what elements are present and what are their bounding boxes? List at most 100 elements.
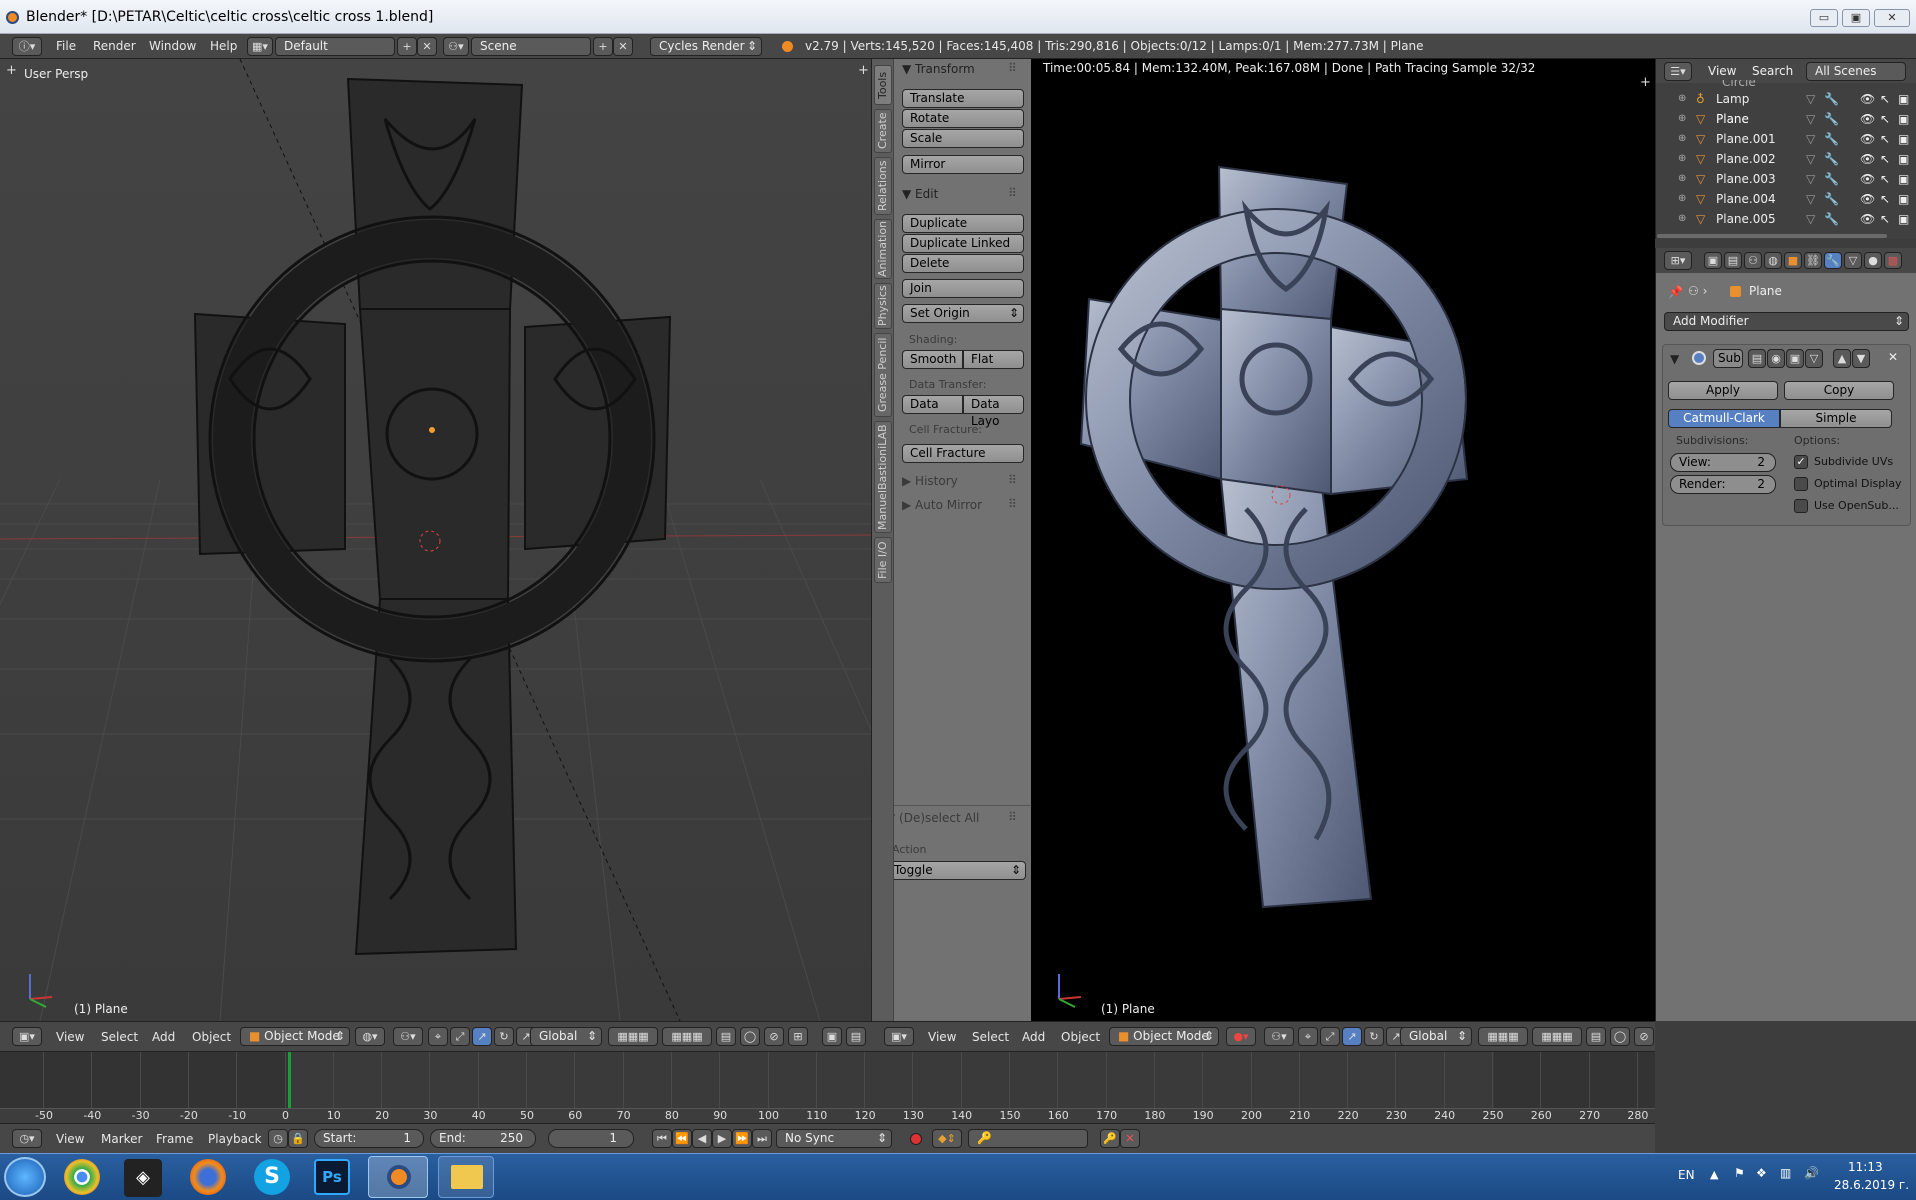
visibility-eye-icon[interactable]: 👁 xyxy=(1860,149,1875,169)
object-context-icon[interactable]: ■ xyxy=(1784,252,1802,269)
scale-manipulator-icon[interactable]: ↻ xyxy=(1364,1027,1384,1046)
expand-icon[interactable]: ⊕ xyxy=(1678,169,1686,189)
dropbox-icon[interactable]: ❖ xyxy=(1756,1166,1767,1180)
menu-file[interactable]: File xyxy=(56,34,76,59)
outliner-row[interactable]: ⊕ ▽ Plane.001 ▽ 🔧 👁 ↖ ▣ xyxy=(1674,129,1914,149)
menu-object[interactable]: Object xyxy=(192,1025,231,1050)
explorer-icon[interactable] xyxy=(438,1156,494,1198)
layers-context-icon[interactable]: ▤ xyxy=(1724,252,1742,269)
tab-tools[interactable]: Tools xyxy=(874,65,892,105)
scene-add-icon[interactable]: + xyxy=(593,37,613,56)
record-icon[interactable] xyxy=(910,1133,922,1145)
world-context-icon[interactable]: ◍ xyxy=(1764,252,1782,269)
outliner-row[interactable]: ⊕ ▽ Plane ▽ 🔧 👁 ↖ ▣ xyxy=(1674,109,1914,129)
region-plus-icon[interactable]: + xyxy=(858,63,869,78)
selectable-cursor-icon[interactable]: ↖ xyxy=(1880,109,1890,129)
tab-create[interactable]: Create xyxy=(874,109,892,153)
info-editor-icon[interactable]: ⓘ▾ xyxy=(12,37,42,56)
scene-field[interactable]: Scene xyxy=(471,37,591,56)
outliner-item-label[interactable]: Plane xyxy=(1716,109,1749,129)
outliner-row[interactable]: ⊕ ▽ Plane.005 ▽ 🔧 👁 ↖ ▣ xyxy=(1674,209,1914,229)
rotate-button[interactable]: Rotate xyxy=(902,109,1024,128)
translate-button[interactable]: Translate xyxy=(902,89,1024,108)
outliner-row[interactable]: ⊕ ▽ Plane.003 ▽ 🔧 👁 ↖ ▣ xyxy=(1674,169,1914,189)
visibility-eye-icon[interactable]: 👁 xyxy=(1860,129,1875,149)
next-keyframe-icon[interactable]: ⏩ xyxy=(732,1129,752,1148)
outliner-item-label[interactable]: Plane.002 xyxy=(1716,149,1776,169)
scale-button[interactable]: Scale xyxy=(902,129,1024,148)
scene-remove-icon[interactable]: ✕ xyxy=(613,37,633,56)
outliner-row[interactable]: ⊕ ♁ Lamp ▽ 🔧 👁 ↖ ▣ xyxy=(1674,89,1914,109)
render-toggle-icon[interactable]: ◉ xyxy=(1767,349,1785,368)
subdivide-uvs-checkbox[interactable]: ✓ xyxy=(1794,455,1808,469)
visibility-eye-icon[interactable]: 👁 xyxy=(1860,209,1875,229)
snap-icon[interactable]: ▤ xyxy=(1586,1027,1606,1046)
snap-target-icon[interactable]: ⊞ xyxy=(788,1027,808,1046)
duplicate-linked-button[interactable]: Duplicate Linked xyxy=(902,234,1024,253)
drag-grip-icon[interactable]: ⠿ xyxy=(1008,61,1017,75)
expand-icon[interactable]: ⊕ xyxy=(1678,209,1686,229)
cage-toggle-icon[interactable]: ▽ xyxy=(1805,349,1823,368)
collapse-toggle-icon[interactable]: ▼ xyxy=(1670,352,1679,366)
current-frame-line[interactable] xyxy=(288,1052,291,1108)
clock-time[interactable]: 11:13 xyxy=(1848,1160,1883,1174)
remove-modifier-icon[interactable]: ✕ xyxy=(1888,350,1898,364)
cell-fracture-button[interactable]: Cell Fracture xyxy=(902,444,1024,463)
rotate-manipulator-icon[interactable]: ↗ xyxy=(472,1027,492,1046)
start-button[interactable] xyxy=(4,1157,46,1197)
expand-icon[interactable]: ⊕ xyxy=(1678,149,1686,169)
transform-panel-header[interactable]: ▼ Transform xyxy=(902,59,975,79)
sync-select[interactable]: No Sync ⇕ xyxy=(776,1129,892,1148)
layout-remove-icon[interactable]: ✕ xyxy=(417,37,437,56)
outliner-item-label[interactable]: Plane.003 xyxy=(1716,169,1776,189)
render-levels-field[interactable]: Render: 2 xyxy=(1670,475,1776,494)
tab-manuelbastionilab[interactable]: ManuelBastioniLAB xyxy=(874,421,892,533)
chrome-icon[interactable] xyxy=(64,1159,100,1195)
firefox-icon[interactable] xyxy=(190,1159,226,1195)
texture-context-icon[interactable]: ▩ xyxy=(1884,252,1902,269)
smooth-button[interactable]: Smooth xyxy=(902,350,963,369)
outliner-scrollbar[interactable] xyxy=(1657,234,1887,238)
lock-icon[interactable]: 🔒 xyxy=(288,1129,308,1148)
menu-add[interactable]: Add xyxy=(152,1025,175,1050)
outliner-scenes-select[interactable]: All Scenes xyxy=(1806,62,1906,81)
modifiers-context-icon[interactable]: 🔧 xyxy=(1824,252,1842,269)
expand-icon[interactable]: ⊕ xyxy=(1678,89,1686,109)
layers-grid-icon[interactable]: ▦▦▦ xyxy=(608,1027,658,1046)
timeline-editor-icon[interactable]: ◷▾ xyxy=(12,1129,42,1148)
snap-element-icon[interactable]: ⊘ xyxy=(1634,1027,1654,1046)
pivot-icon[interactable]: ⚇▾ xyxy=(393,1027,423,1046)
tab-file-io[interactable]: File I/O xyxy=(874,537,892,583)
jump-end-icon[interactable]: ⏭ xyxy=(752,1129,772,1148)
snap-element-icon[interactable]: ⊘ xyxy=(764,1027,784,1046)
edit-panel-header[interactable]: ▼ Edit xyxy=(902,184,938,204)
editor-type-icon[interactable]: ▣▾ xyxy=(884,1027,914,1046)
editmode-toggle-icon[interactable]: ▤ xyxy=(1748,349,1766,368)
history-panel-header[interactable]: ▶ History xyxy=(902,471,958,491)
start-frame-field[interactable]: Start: 1 xyxy=(314,1129,424,1148)
layers-grid-icon[interactable]: ▦▦▦ xyxy=(1478,1027,1528,1046)
manipulator-icon[interactable]: ⌖ xyxy=(1298,1027,1318,1046)
outliner-item-label[interactable]: Plane.001 xyxy=(1716,129,1776,149)
drag-grip-icon[interactable]: ⠿ xyxy=(1008,497,1017,511)
catmull-clark-button[interactable]: Catmull-Clark xyxy=(1668,409,1780,428)
play-icon[interactable]: ▶ xyxy=(712,1129,732,1148)
layout-field[interactable]: Default xyxy=(275,37,395,56)
visibility-eye-icon[interactable]: 👁 xyxy=(1860,89,1875,109)
preview-range-icon[interactable]: ◷ xyxy=(268,1129,288,1148)
renderable-camera-icon[interactable]: ▣ xyxy=(1898,209,1909,229)
outliner-search-menu[interactable]: Search xyxy=(1752,64,1793,78)
rotate-manipulator-icon[interactable]: ↗ xyxy=(1342,1027,1362,1046)
renderable-camera-icon[interactable]: ▣ xyxy=(1898,129,1909,149)
expand-icon[interactable]: ⊕ xyxy=(1678,189,1686,209)
jump-start-icon[interactable]: ⏮ xyxy=(652,1129,672,1148)
expand-icon[interactable]: ⊕ xyxy=(1678,109,1686,129)
add-modifier-select[interactable]: Add Modifier ⇕ xyxy=(1664,312,1909,331)
translate-manipulator-icon[interactable]: ⤢ xyxy=(1320,1027,1340,1046)
layout-add-icon[interactable]: + xyxy=(397,37,417,56)
outliner-editor-icon[interactable]: ☰▾ xyxy=(1664,62,1692,81)
language-indicator[interactable]: EN xyxy=(1678,1168,1695,1182)
use-opensubdiv-checkbox[interactable] xyxy=(1794,499,1808,513)
renderable-camera-icon[interactable]: ▣ xyxy=(1898,109,1909,129)
snap-icon[interactable]: ▤ xyxy=(716,1027,736,1046)
